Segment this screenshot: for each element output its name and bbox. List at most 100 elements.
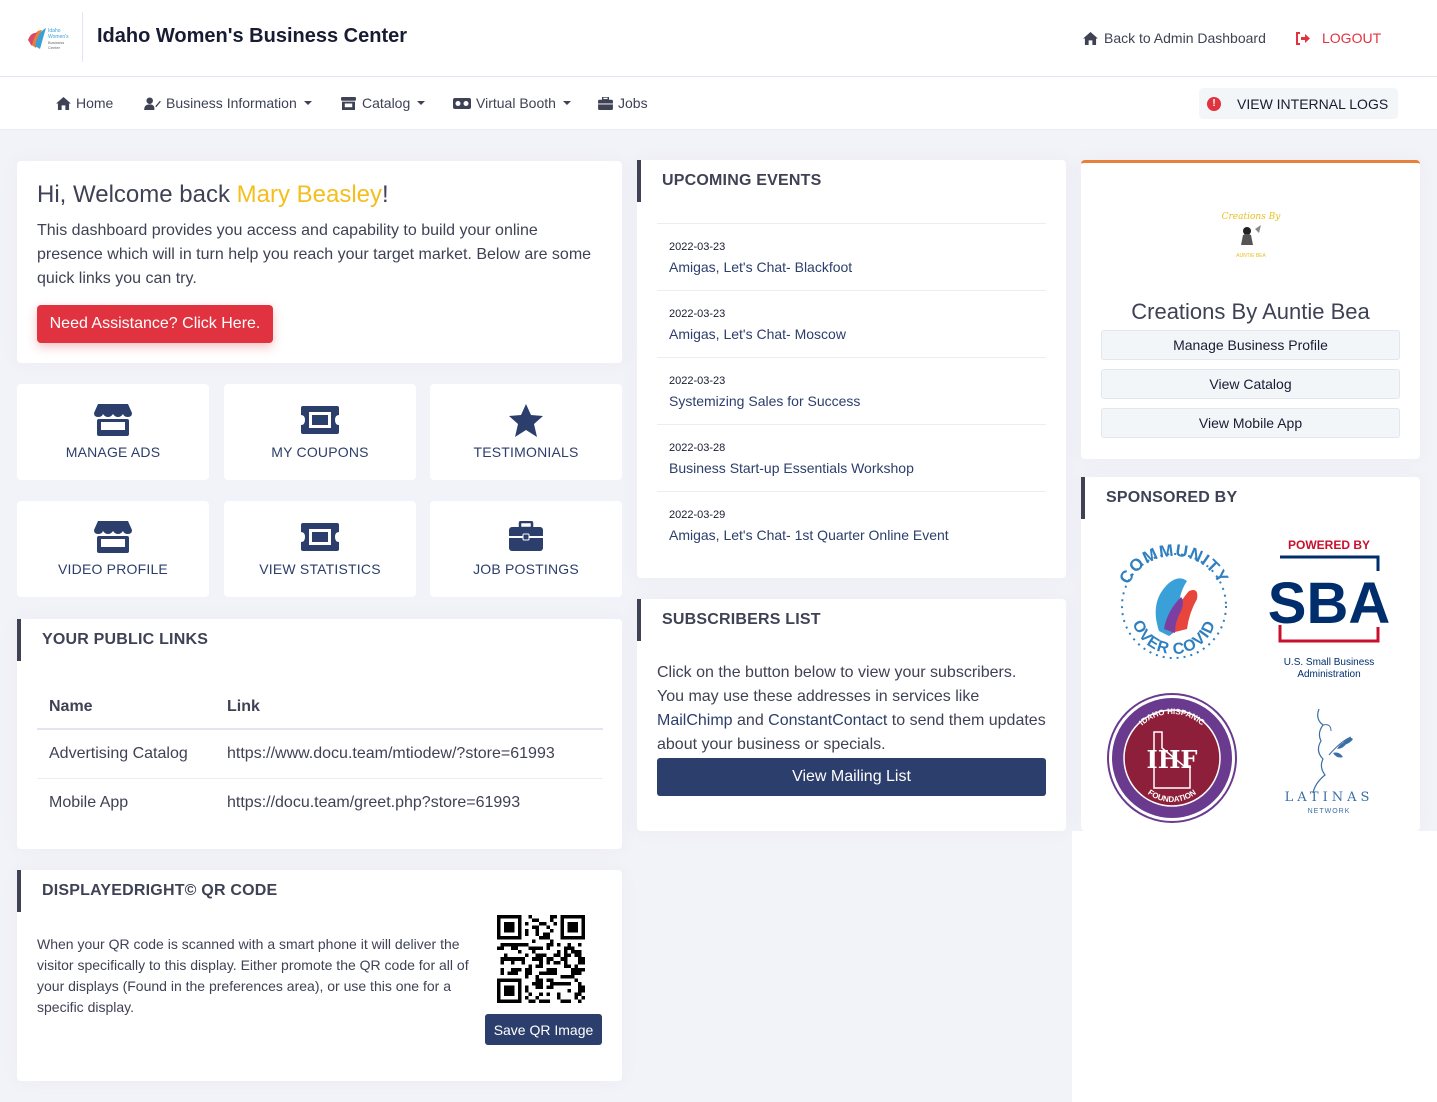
svg-text:U.S. Small Business: U.S. Small Business: [1284, 657, 1375, 668]
logout-link[interactable]: LOGOUT: [1296, 30, 1381, 46]
testimonials-tile[interactable]: TESTIMONIALS: [430, 384, 622, 480]
view-internal-logs-button[interactable]: ! VIEW INTERNAL LOGS: [1199, 88, 1398, 119]
store-icon: [94, 404, 132, 436]
view-catalog-button[interactable]: View Catalog: [1101, 369, 1400, 399]
view-statistics-tile[interactable]: VIEW STATISTICS: [224, 501, 416, 597]
manage-business-profile-button[interactable]: Manage Business Profile: [1101, 330, 1400, 360]
iwbc-logo[interactable]: Idaho Women's Business Center: [26, 24, 72, 52]
card-accent-bar: [637, 599, 641, 641]
store-icon: [341, 96, 356, 110]
card-accent-bar: [637, 160, 641, 202]
event-date: 2022-03-28: [669, 442, 726, 454]
user-edit-icon: [144, 96, 161, 110]
table-row: Advertising Catalog https://www.docu.tea…: [37, 729, 603, 779]
qr-code-image: [497, 915, 585, 1003]
job-postings-tile[interactable]: JOB POSTINGS: [430, 501, 622, 597]
svg-text:Creations By: Creations By: [1222, 212, 1281, 222]
chevron-down-icon: [303, 101, 312, 105]
subscribers-description: Click on the button below to view your s…: [657, 661, 1047, 757]
upcoming-events-card: UPCOMING EVENTS 2022-03-23 Amigas, Let's…: [637, 160, 1066, 578]
manage-ads-tile[interactable]: MANAGE ADS: [17, 384, 209, 480]
svg-text:SBA: SBA: [1268, 571, 1390, 636]
home-icon: [1083, 31, 1098, 45]
business-name: Creations By Auntie Bea: [1131, 299, 1370, 324]
nav-home[interactable]: Home: [56, 95, 113, 111]
vr-icon: [453, 97, 471, 109]
event-title-link[interactable]: Systemizing Sales for Success: [669, 393, 860, 409]
job-postings-label: JOB POSTINGS: [473, 561, 579, 577]
table-header-row: Name Link: [37, 685, 603, 730]
save-qr-image-button[interactable]: Save QR Image: [485, 1014, 602, 1045]
briefcase-icon: [509, 521, 543, 551]
site-title: Idaho Women's Business Center: [97, 25, 408, 47]
upcoming-events-title: UPCOMING EVENTS: [662, 172, 822, 189]
subscribers-text: and: [732, 712, 769, 729]
ticket-icon: [301, 523, 339, 551]
card-accent-bar: [17, 619, 21, 661]
video-profile-tile[interactable]: VIDEO PROFILE: [17, 501, 209, 597]
top-header: Idaho Women's Business Center Idaho Wome…: [0, 0, 1437, 77]
briefcase-icon: [598, 96, 613, 110]
event-date: 2022-03-23: [669, 375, 726, 387]
my-coupons-tile[interactable]: MY COUPONS: [224, 384, 416, 480]
sponsored-by-card: SPONSORED BY COMMUNITY OVER COVID POWERE…: [1081, 477, 1420, 831]
list-item: 2022-03-23 Amigas, Let's Chat- Moscow: [657, 290, 1046, 357]
blank-area: [1072, 831, 1437, 1102]
testimonials-label: TESTIMONIALS: [473, 444, 579, 460]
event-title-link[interactable]: Business Start-up Essentials Workshop: [669, 460, 914, 476]
nav-business-information[interactable]: Business Information: [144, 95, 312, 111]
qr-code-title: DISPLAYEDRIGHT© QR CODE: [42, 882, 278, 899]
event-title-link[interactable]: Amigas, Let's Chat- Blackfoot: [669, 259, 852, 275]
sba-logo[interactable]: POWERED BY SBA U.S. Small Business Admin…: [1266, 535, 1396, 685]
subscribers-text: Click on the button below to view your s…: [657, 664, 1017, 705]
manage-ads-label: MANAGE ADS: [65, 444, 161, 460]
event-title-link[interactable]: Amigas, Let's Chat- Moscow: [669, 326, 846, 342]
link-url[interactable]: https://docu.team/greet.php?store=61993: [215, 778, 603, 827]
header-divider: [82, 12, 83, 62]
home-icon: [56, 96, 71, 110]
welcome-heading: Hi, Welcome back Mary Beasley!: [37, 181, 389, 209]
my-coupons-label: MY COUPONS: [271, 444, 369, 460]
community-over-covid-logo[interactable]: COMMUNITY OVER COVID: [1109, 541, 1239, 671]
store-icon: [94, 521, 132, 553]
nav-virtual-booth[interactable]: Virtual Booth: [453, 95, 571, 111]
subscribers-title: SUBSCRIBERS LIST: [662, 611, 821, 628]
event-date: 2022-03-29: [669, 509, 726, 521]
mailchimp-link[interactable]: MailChimp: [657, 712, 733, 729]
svg-text:Center: Center: [48, 45, 61, 50]
svg-text:AUNTIE BEA: AUNTIE BEA: [1236, 253, 1266, 259]
svg-text:NETWORK: NETWORK: [1308, 808, 1351, 815]
chevron-down-icon: [417, 101, 426, 105]
need-assistance-button[interactable]: Need Assistance? Click Here.: [37, 305, 273, 343]
qr-code-card: DISPLAYEDRIGHT© QR CODE When your QR cod…: [17, 870, 622, 1081]
ticket-icon: [301, 406, 339, 434]
user-name: Mary Beasley: [236, 181, 383, 208]
nav-home-label: Home: [76, 95, 114, 111]
welcome-description: This dashboard provides you access and c…: [37, 222, 592, 287]
event-title-link[interactable]: Amigas, Let's Chat- 1st Quarter Online E…: [669, 527, 949, 543]
table-row: Mobile App https://docu.team/greet.php?s…: [37, 778, 603, 827]
constantcontact-link[interactable]: ConstantContact: [768, 712, 887, 729]
svg-text:Administration: Administration: [1297, 669, 1360, 680]
subscribers-card: SUBSCRIBERS LIST Click on the button bel…: [637, 599, 1066, 831]
latinas-network-logo[interactable]: LATINAS NETWORK: [1279, 705, 1379, 817]
back-to-admin-link[interactable]: Back to Admin Dashboard: [1083, 30, 1266, 46]
public-links-table: Name Link Advertising Catalog https://ww…: [37, 685, 603, 827]
view-mobile-app-button[interactable]: View Mobile App: [1101, 408, 1400, 438]
list-item: 2022-03-29 Amigas, Let's Chat- 1st Quart…: [657, 491, 1046, 558]
nav-catalog[interactable]: Catalog: [340, 95, 426, 111]
view-mailing-list-button[interactable]: View Mailing List: [657, 758, 1046, 796]
video-profile-label: VIDEO PROFILE: [58, 561, 168, 577]
business-logo[interactable]: Creations By AUNTIE BEA: [1221, 203, 1281, 263]
link-url[interactable]: https://www.docu.team/mtiodew/?store=619…: [215, 729, 603, 779]
list-item: 2022-03-28 Business Start-up Essentials …: [657, 424, 1046, 491]
list-item: 2022-03-23 Systemizing Sales for Success: [657, 357, 1046, 424]
list-item: 2022-03-23 Amigas, Let's Chat- Blackfoot: [657, 223, 1046, 290]
nav-jobs[interactable]: Jobs: [598, 95, 648, 111]
qr-description: When your QR code is scanned with a smar…: [37, 936, 469, 1015]
alert-icon: !: [1207, 96, 1221, 111]
welcome-exclaim: !: [382, 181, 389, 208]
back-to-admin-label: Back to Admin Dashboard: [1104, 30, 1266, 46]
idaho-hispanic-foundation-logo[interactable]: IDAHO HISPANIC FOUNDATION IHF: [1106, 692, 1238, 824]
link-name: Mobile App: [49, 793, 129, 811]
